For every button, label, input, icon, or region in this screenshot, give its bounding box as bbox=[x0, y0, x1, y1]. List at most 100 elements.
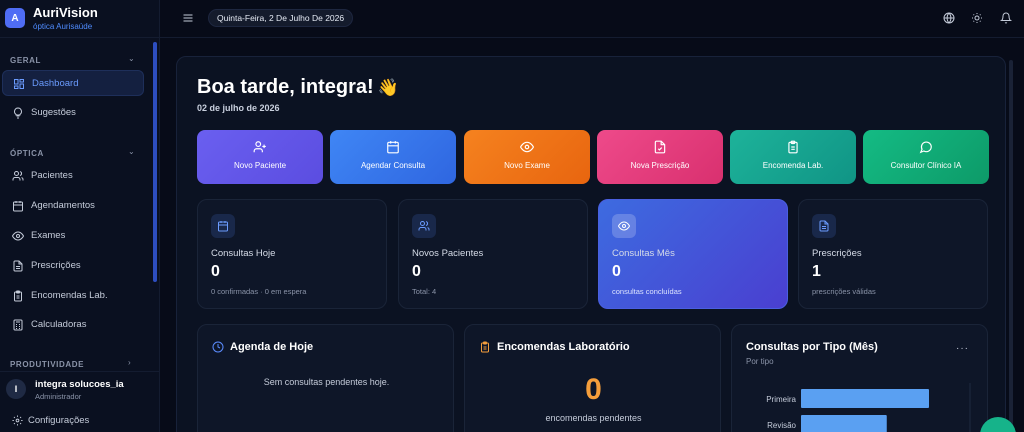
pending-orders-count: 0 bbox=[585, 373, 602, 406]
section-label-geral: GERAL bbox=[10, 56, 41, 65]
brand-title: AuriVision bbox=[33, 5, 98, 20]
new-patient-button[interactable]: Novo Paciente bbox=[197, 130, 323, 184]
sidebar-item-sugestoes[interactable]: Sugestões bbox=[2, 100, 144, 126]
lab-order-button[interactable]: Encomenda Lab. bbox=[730, 130, 856, 184]
wave-emoji: 👋 bbox=[377, 78, 399, 97]
sidebar-item-label: Dashboard bbox=[32, 78, 79, 89]
quick-action-label: Novo Exame bbox=[504, 161, 550, 170]
agenda-card: Agenda de Hoje Sem consultas pendentes h… bbox=[197, 324, 454, 432]
stat-value: 0 bbox=[211, 263, 220, 280]
sidebar-item-label: Pacientes bbox=[31, 170, 73, 181]
users-icon bbox=[412, 214, 436, 238]
stat-card-prescricoes[interactable]: Prescrições 1 prescrições válidas bbox=[798, 199, 988, 309]
settings-link[interactable]: Configurações bbox=[12, 415, 89, 426]
stat-title: Consultas Mês bbox=[612, 248, 675, 259]
user-name: integra solucoes_ia bbox=[35, 379, 124, 390]
calculator-icon bbox=[11, 318, 24, 331]
eye-icon bbox=[520, 141, 534, 153]
user-role: Administrador bbox=[35, 392, 82, 401]
sidebar-item-label: Agendamentos bbox=[31, 200, 95, 211]
clock-icon bbox=[212, 341, 224, 353]
chevron-right-icon[interactable]: › bbox=[128, 358, 131, 367]
stat-value: 0 bbox=[612, 263, 621, 280]
sidebar-item-label: Exames bbox=[31, 230, 66, 241]
main-scrollbar[interactable] bbox=[1009, 60, 1013, 432]
eye-icon bbox=[11, 229, 24, 242]
sidebar-item-label: Prescrições bbox=[31, 260, 81, 271]
globe-icon[interactable] bbox=[943, 12, 955, 24]
stat-card-consultas-hoje[interactable]: Consultas Hoje 0 0 confirmadas · 0 em es… bbox=[197, 199, 387, 309]
empty-state-text: Sem consultas pendentes hoje. bbox=[263, 377, 390, 387]
sidebar-item-label: Sugestões bbox=[31, 107, 76, 118]
document-icon bbox=[812, 214, 836, 238]
dashboard-icon bbox=[12, 77, 25, 90]
sidebar-item-exames[interactable]: Exames bbox=[2, 223, 144, 249]
consult-type-chart: Primeira Revisão bbox=[766, 383, 971, 432]
section-label-produtividade: PRODUTIVIDADE bbox=[10, 360, 85, 369]
consult-type-chart-card: Consultas por Tipo (Mês) Por tipo ··· Pr… bbox=[731, 324, 988, 432]
menu-icon[interactable] bbox=[182, 12, 194, 24]
sidebar-item-encomendas[interactable]: Encomendas Lab. bbox=[2, 283, 144, 309]
brand-logo: A bbox=[5, 8, 25, 28]
stat-title: Prescrições bbox=[812, 248, 862, 259]
users-icon bbox=[11, 169, 24, 182]
sidebar: A AuriVision óptica Aurisaúde GERAL ⌄ Da… bbox=[0, 0, 160, 432]
lightbulb-icon bbox=[11, 106, 24, 119]
sidebar-item-pacientes[interactable]: Pacientes bbox=[2, 163, 144, 189]
bell-icon[interactable] bbox=[1000, 12, 1012, 24]
stat-title: Consultas Hoje bbox=[211, 248, 276, 259]
sidebar-scrollbar[interactable] bbox=[153, 42, 157, 282]
chevron-down-icon[interactable]: ⌄ bbox=[128, 147, 135, 156]
quick-action-label: Agendar Consulta bbox=[360, 161, 426, 170]
brand-subtitle: óptica Aurisaúde bbox=[33, 22, 93, 31]
calendar-icon bbox=[11, 199, 24, 212]
stat-value: 1 bbox=[812, 263, 821, 280]
stat-value: 0 bbox=[412, 263, 421, 280]
sidebar-item-calculadoras[interactable]: Calculadoras bbox=[2, 312, 144, 338]
section-label-optica: ÓPTICA bbox=[10, 149, 44, 158]
ai-consultant-button[interactable]: Consultor Clínico IA bbox=[863, 130, 989, 184]
eye-icon bbox=[612, 214, 636, 238]
sidebar-item-label: Encomendas Lab. bbox=[31, 290, 108, 301]
quick-action-label: Encomenda Lab. bbox=[762, 161, 824, 170]
chart-category-label: Primeira bbox=[766, 395, 796, 404]
sidebar-item-prescricoes[interactable]: Prescrições bbox=[2, 253, 144, 279]
user-profile[interactable]: I integra solucoes_ia Administrador bbox=[0, 371, 160, 407]
calendar-icon bbox=[387, 141, 399, 154]
stat-subtext: 0 confirmadas · 0 em espera bbox=[211, 287, 307, 296]
greeting-text: Boa tarde, integra! bbox=[197, 76, 374, 98]
chart-bar[interactable] bbox=[801, 389, 929, 408]
topbar: Quinta-Feira, 2 De Julho De 2026 bbox=[160, 0, 1024, 38]
settings-label: Configurações bbox=[28, 415, 90, 426]
user-plus-icon bbox=[253, 141, 266, 153]
stat-card-novos-pacientes[interactable]: Novos Pacientes 0 Total: 4 bbox=[398, 199, 588, 309]
chevron-down-icon[interactable]: ⌄ bbox=[128, 54, 135, 63]
avatar: I bbox=[6, 379, 26, 399]
document-icon bbox=[11, 259, 24, 272]
sidebar-item-label: Calculadoras bbox=[31, 319, 87, 330]
new-exam-button[interactable]: Novo Exame bbox=[464, 130, 590, 184]
chart-category-label: Revisão bbox=[767, 421, 796, 430]
calendar-icon bbox=[211, 214, 235, 238]
stat-title: Novos Pacientes bbox=[412, 248, 484, 259]
schedule-appointment-button[interactable]: Agendar Consulta bbox=[330, 130, 456, 184]
sidebar-item-agendamentos[interactable]: Agendamentos bbox=[2, 193, 144, 219]
stat-subtext: Total: 4 bbox=[412, 287, 437, 296]
new-prescription-button[interactable]: Nova Prescrição bbox=[597, 130, 723, 184]
stat-subtext: prescrições válidas bbox=[812, 287, 876, 296]
file-check-icon bbox=[654, 140, 666, 154]
quick-action-label: Consultor Clínico IA bbox=[890, 161, 962, 170]
stat-subtext: consultas concluídas bbox=[612, 287, 682, 296]
lab-orders-card: Encomendas Laboratório 0 encomendas pend… bbox=[464, 324, 721, 432]
gear-icon bbox=[12, 415, 23, 426]
date-pill: Quinta-Feira, 2 De Julho De 2026 bbox=[208, 9, 354, 27]
chart-bar[interactable] bbox=[801, 415, 887, 432]
clipboard-icon bbox=[481, 341, 489, 353]
sidebar-item-dashboard[interactable]: Dashboard bbox=[2, 70, 144, 96]
brand[interactable]: A AuriVision óptica Aurisaúde bbox=[0, 0, 160, 38]
quick-action-label: Novo Paciente bbox=[233, 161, 287, 170]
sun-icon[interactable] bbox=[971, 12, 983, 24]
card-title: Encomendas Laboratório bbox=[497, 341, 630, 353]
chat-icon bbox=[919, 141, 932, 154]
stat-card-consultas-mes[interactable]: Consultas Mês 0 consultas concluídas bbox=[598, 199, 788, 309]
